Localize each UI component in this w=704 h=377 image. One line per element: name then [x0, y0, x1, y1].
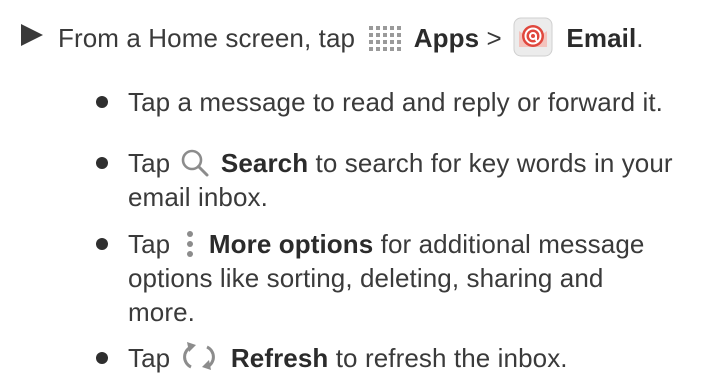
apps-grid-icon [368, 23, 404, 53]
bullet-4: Tap Refresh to refresh the inbox. [128, 341, 568, 375]
refresh-label: Refresh [230, 343, 329, 373]
bullet-dot [96, 157, 108, 169]
step-text: From a Home screen, tap [58, 22, 356, 53]
bullet-dot [96, 238, 108, 250]
bullet-dot [96, 96, 108, 108]
more-options-label: More options [208, 229, 374, 259]
page: { "step": { "text_1": "From a Home scree… [0, 0, 704, 374]
bullet-2-line-1: Tap Search to search for key words in yo… [128, 148, 673, 180]
tap-text: Tap [128, 343, 171, 373]
step-arrow-icon [21, 24, 43, 46]
bullet-1: Tap a message to read and reply or forwa… [128, 87, 663, 117]
bullet-3-line-3: more. [128, 297, 195, 327]
more-options-icon [184, 229, 196, 259]
email-app-icon [513, 17, 553, 57]
bullet-3-line-2: options like sorting, deleting, sharing … [128, 263, 604, 293]
bullet-2-rest: to search for key words in your [315, 148, 673, 178]
tap-text: Tap [128, 229, 171, 259]
step-end: . [636, 22, 644, 53]
search-label: Search [220, 148, 309, 178]
separator: > [486, 22, 502, 53]
apps-label: Apps [413, 22, 480, 53]
bullet-3-line-1: Tap More options for additional message [128, 229, 644, 261]
bullet-3-rest: for additional message [380, 229, 645, 259]
search-icon [180, 148, 210, 178]
bullet-4-rest: to refresh the inbox. [335, 343, 568, 373]
step-line: From a Home screen, tap Apps > Email. [58, 17, 644, 60]
refresh-icon [182, 341, 216, 371]
bullet-dot [96, 352, 108, 364]
tap-text: Tap [128, 148, 171, 178]
bullet-2-line-2: email inbox. [128, 182, 268, 212]
email-label: Email [566, 22, 637, 53]
